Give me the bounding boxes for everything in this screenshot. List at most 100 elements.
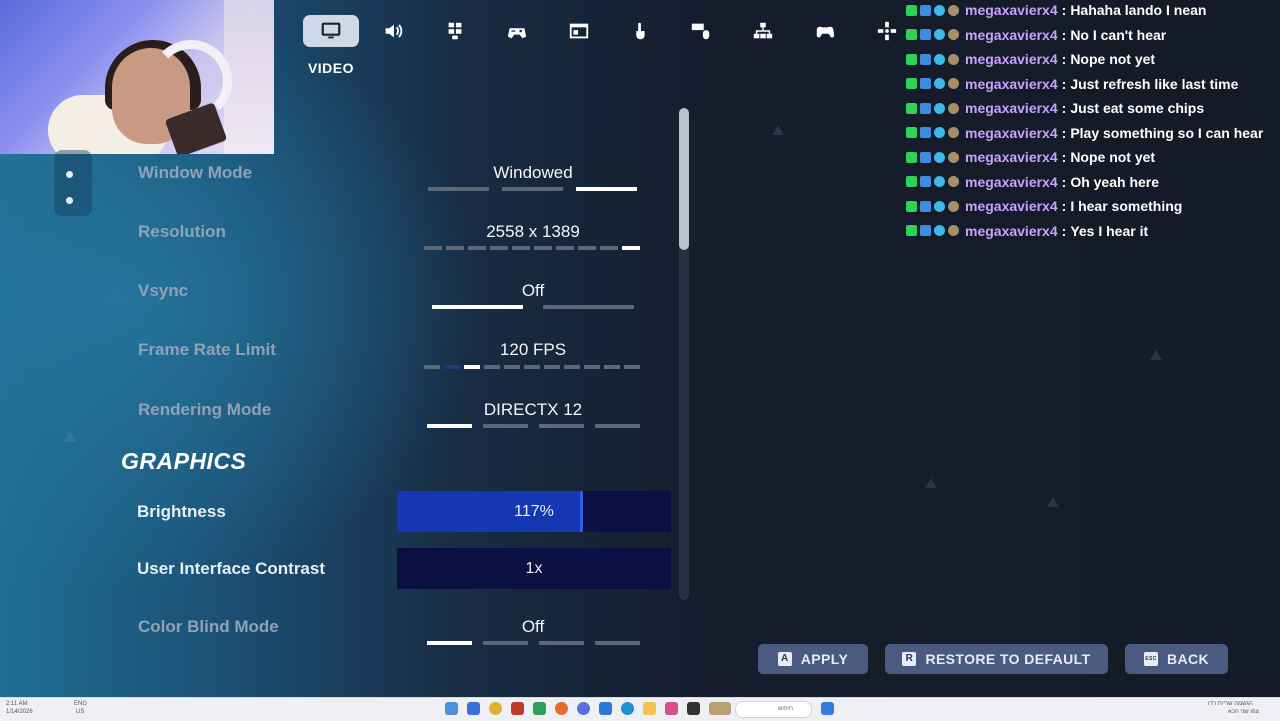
mail-icon[interactable] (599, 702, 612, 715)
chat-username[interactable]: megaxavierx4 (965, 223, 1058, 239)
option-segment[interactable] (539, 641, 584, 645)
chat-username[interactable]: megaxavierx4 (965, 27, 1058, 43)
tab-accessibility[interactable] (427, 15, 483, 47)
option-segment-selected[interactable] (427, 641, 472, 645)
rendering-mode-selector[interactable] (427, 424, 640, 428)
chat-separator: : (1061, 149, 1067, 165)
discord-icon[interactable] (577, 702, 590, 715)
frame-rate-limit-value[interactable]: 120 FPS (423, 340, 643, 360)
restore-default-button[interactable]: R RESTORE TO DEFAULT (885, 644, 1108, 674)
tab-network[interactable] (735, 15, 791, 47)
option-segment[interactable] (595, 641, 640, 645)
option-segment[interactable] (544, 365, 560, 369)
option-segment[interactable] (604, 365, 620, 369)
option-segment[interactable] (543, 305, 634, 309)
chat-username[interactable]: megaxavierx4 (965, 100, 1058, 116)
window-mode-selector[interactable] (428, 187, 637, 191)
app-icon[interactable] (665, 702, 678, 715)
option-segment[interactable] (556, 246, 574, 250)
tab-keyboard-mouse[interactable] (673, 15, 729, 47)
option-segment[interactable] (483, 641, 528, 645)
option-segment[interactable] (534, 246, 552, 250)
tab-touch[interactable] (612, 15, 668, 47)
taskbar-notification[interactable]: הגשמה שריית רדו (1208, 701, 1253, 708)
edge-icon[interactable] (621, 702, 634, 715)
chat-username[interactable]: megaxavierx4 (965, 51, 1058, 67)
tab-audio[interactable] (365, 15, 421, 47)
frame-rate-limit-selector[interactable] (424, 365, 640, 369)
resolution-selector[interactable] (424, 246, 640, 250)
rendering-mode-value[interactable]: DIRECTX 12 (427, 400, 639, 420)
chat-username[interactable]: megaxavierx4 (965, 125, 1058, 141)
option-segment[interactable] (504, 365, 520, 369)
option-segment[interactable] (564, 365, 580, 369)
window-mode-value[interactable]: Windowed (428, 163, 638, 183)
app-icon[interactable] (467, 702, 480, 715)
taskbar-search[interactable]: חיפוש (735, 701, 812, 718)
option-segment[interactable] (468, 246, 486, 250)
tab-controller[interactable] (797, 15, 853, 47)
app-icon[interactable] (555, 702, 568, 715)
option-segment[interactable] (595, 424, 640, 428)
tab-game-ui[interactable] (551, 15, 607, 47)
decor-triangle (925, 478, 937, 488)
tab-video[interactable] (303, 15, 359, 47)
badge-icon (934, 102, 945, 114)
option-segment[interactable] (428, 187, 489, 191)
chat-separator: : (1061, 2, 1067, 18)
ui-contrast-slider[interactable]: 1x (397, 548, 671, 589)
option-segment[interactable] (424, 365, 440, 369)
option-segment-selected[interactable] (427, 424, 472, 428)
settings-scrollbar-thumb[interactable] (679, 108, 689, 250)
chat-username[interactable]: megaxavierx4 (965, 76, 1058, 92)
option-segment[interactable] (446, 246, 464, 250)
brightness-value: 117% (514, 503, 554, 520)
option-segment[interactable] (444, 365, 460, 369)
app-icon[interactable] (533, 702, 546, 715)
vsync-value[interactable]: Off (432, 281, 634, 301)
taskbar-region[interactable]: US (76, 709, 84, 716)
badge-icon (948, 4, 959, 16)
option-segment[interactable] (600, 246, 618, 250)
option-segment[interactable] (524, 365, 540, 369)
widget-icon[interactable] (709, 702, 731, 715)
tab-input[interactable] (489, 15, 545, 47)
color-blind-mode-selector[interactable] (427, 641, 640, 645)
folder-icon[interactable] (643, 702, 656, 715)
option-segment[interactable] (624, 365, 640, 369)
apply-button[interactable]: A APPLY (758, 644, 868, 674)
option-segment[interactable] (424, 246, 442, 250)
option-segment[interactable] (578, 246, 596, 250)
brightness-slider[interactable]: 117% (397, 491, 671, 532)
side-scroll-pill[interactable] (54, 150, 92, 216)
color-blind-mode-value[interactable]: Off (427, 617, 639, 637)
chat-username[interactable]: megaxavierx4 (965, 2, 1058, 18)
chat-message-text: Hahaha lando I nean (1070, 2, 1207, 18)
chrome-icon[interactable] (489, 702, 502, 715)
taskbar-lang[interactable]: ENG (74, 701, 87, 708)
option-segment[interactable] (584, 365, 600, 369)
restore-default-button-label: RESTORE TO DEFAULT (925, 651, 1091, 667)
chat-username[interactable]: megaxavierx4 (965, 174, 1058, 190)
option-segment[interactable] (502, 187, 563, 191)
badge-icon (906, 53, 917, 65)
option-segment[interactable] (512, 246, 530, 250)
option-segment[interactable] (539, 424, 584, 428)
resolution-value[interactable]: 2558 x 1389 (423, 222, 643, 242)
app-icon[interactable] (511, 702, 524, 715)
app-icon[interactable] (687, 702, 700, 715)
option-segment-selected[interactable] (432, 305, 523, 309)
option-segment[interactable] (483, 424, 528, 428)
option-segment-selected[interactable] (622, 246, 640, 250)
option-segment[interactable] (484, 365, 500, 369)
start-icon[interactable] (445, 702, 458, 715)
back-button[interactable]: ESC BACK (1125, 644, 1228, 674)
option-segment-selected[interactable] (576, 187, 637, 191)
windows-start-icon[interactable] (821, 702, 834, 715)
option-segment[interactable] (490, 246, 508, 250)
vsync-selector[interactable] (432, 305, 634, 309)
option-segment-selected[interactable] (464, 365, 480, 369)
chat-username[interactable]: megaxavierx4 (965, 198, 1058, 214)
side-dot (66, 171, 73, 178)
chat-username[interactable]: megaxavierx4 (965, 149, 1058, 165)
